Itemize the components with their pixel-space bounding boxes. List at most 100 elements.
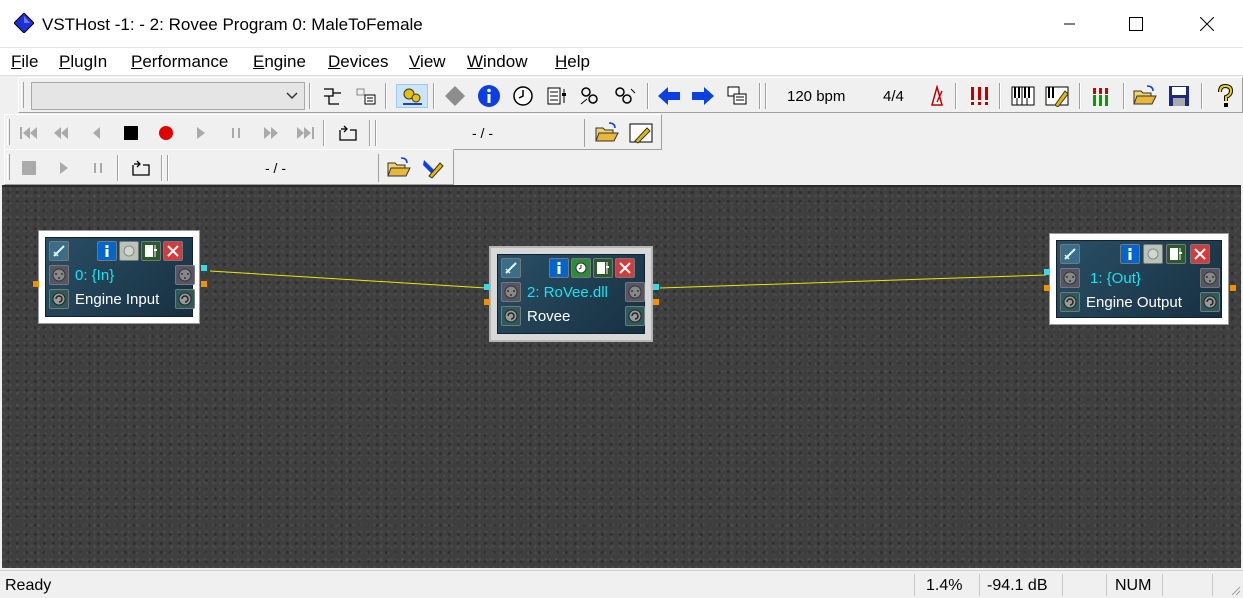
node-info-button[interactable]: [1120, 244, 1140, 264]
close-button[interactable]: [1184, 0, 1230, 48]
menu-window[interactable]: Window: [467, 52, 527, 72]
plugin-node-output[interactable]: 1: {Out} Engine Output: [1044, 233, 1236, 325]
metronome-button[interactable]: [925, 84, 949, 108]
toolbar-grip[interactable]: [7, 154, 10, 180]
node-midi-out-port[interactable]: [175, 265, 195, 285]
player-configure-button[interactable]: [629, 121, 653, 145]
loop-button[interactable]: [336, 121, 360, 145]
menu-view[interactable]: View: [409, 52, 446, 72]
bpm-display[interactable]: 120 bpm: [787, 88, 845, 105]
node-audio-out-port[interactable]: [625, 306, 645, 326]
menu-file[interactable]: File: [11, 52, 38, 72]
node-input-pin[interactable]: [1044, 269, 1050, 275]
recorder-stop-button[interactable]: [17, 156, 41, 180]
resize-grip-icon[interactable]: [1229, 584, 1241, 596]
node-audio-in-port[interactable]: [49, 289, 69, 309]
separator: [433, 83, 435, 109]
node-remove-button[interactable]: [163, 241, 183, 261]
player-open-button[interactable]: [595, 121, 619, 145]
rewind-button[interactable]: [49, 121, 73, 145]
recorder-configure-button[interactable]: [421, 156, 445, 180]
node-output-pin[interactable]: [653, 299, 659, 305]
chain-list-icon: [356, 88, 376, 105]
next-plugin-button[interactable]: [691, 84, 715, 108]
node-input-pin[interactable]: [1044, 285, 1050, 291]
to-start-button[interactable]: [17, 121, 41, 145]
node-bypass-button[interactable]: [571, 258, 591, 278]
node-info-button[interactable]: [549, 258, 569, 278]
chain-list-button[interactable]: [354, 84, 378, 108]
node-chain-button[interactable]: [49, 241, 69, 261]
menu-engine[interactable]: Engine: [253, 52, 306, 72]
info-button[interactable]: [477, 84, 501, 108]
record-button[interactable]: [154, 121, 178, 145]
chain-plugin-button[interactable]: [320, 84, 344, 108]
recorder-open-button[interactable]: [387, 156, 411, 180]
back-button[interactable]: [85, 121, 109, 145]
prev-plugin-button[interactable]: [657, 84, 681, 108]
node-params-button[interactable]: [593, 258, 613, 278]
node-params-button[interactable]: [1166, 244, 1186, 264]
pause-button[interactable]: [224, 121, 248, 145]
keyboard-config-button[interactable]: [1045, 84, 1069, 108]
plugin-combo[interactable]: [31, 82, 305, 110]
keyboard-button[interactable]: [1011, 84, 1035, 108]
status-separator: [914, 574, 915, 596]
recorder-pause-button[interactable]: [86, 156, 110, 180]
menu-performance[interactable]: Performance: [131, 52, 228, 72]
node-input-pin[interactable]: [484, 284, 490, 290]
time-signature-display[interactable]: 4/4: [883, 88, 904, 105]
vu-meter-button[interactable]: [1089, 84, 1113, 108]
node-output-pin[interactable]: [653, 284, 659, 290]
minimize-button[interactable]: [1047, 0, 1093, 48]
node-info-button[interactable]: [97, 241, 117, 261]
toolbar-grip[interactable]: [21, 82, 24, 108]
node-midi-out-port[interactable]: [1200, 268, 1220, 288]
menu-plugin[interactable]: PlugIn: [59, 52, 107, 72]
engine-bypass-button[interactable]: [396, 84, 428, 108]
menu-help[interactable]: Help: [555, 52, 590, 72]
stop-button[interactable]: [119, 121, 143, 145]
toolbar-grip[interactable]: [7, 119, 10, 145]
midi-link-button[interactable]: [579, 84, 603, 108]
forward-button[interactable]: [259, 121, 283, 145]
node-chain-button[interactable]: [1060, 244, 1080, 264]
save-button[interactable]: [1167, 84, 1191, 108]
open-button[interactable]: [1133, 84, 1157, 108]
node-remove-button[interactable]: [1190, 244, 1210, 264]
node-audio-out-port[interactable]: [1200, 292, 1220, 312]
midi-link-2-button[interactable]: [613, 84, 637, 108]
diamond-button[interactable]: [443, 84, 467, 108]
node-midi-in-port[interactable]: [49, 265, 69, 285]
to-end-button[interactable]: [293, 121, 317, 145]
node-bypass-button[interactable]: [1143, 244, 1163, 264]
node-midi-out-port[interactable]: [625, 282, 645, 302]
node-bypass-button[interactable]: [119, 241, 139, 261]
menu-devices[interactable]: Devices: [328, 52, 388, 72]
recorder-loop-button[interactable]: [129, 156, 153, 180]
chain-canvas[interactable]: 0: {In} Engine Input 2: RoVee.dll Rovee: [2, 185, 1241, 568]
node-output-pin[interactable]: [201, 265, 207, 271]
node-params-button[interactable]: [141, 241, 161, 261]
node-chain-button[interactable]: [501, 258, 521, 278]
help-button[interactable]: [1213, 84, 1237, 108]
maximize-button[interactable]: [1113, 0, 1159, 48]
play-button[interactable]: [189, 121, 213, 145]
node-input-pin[interactable]: [33, 281, 39, 287]
plugin-node-rovee[interactable]: 2: RoVee.dll Rovee: [484, 246, 659, 342]
node-audio-in-port[interactable]: [501, 306, 521, 326]
node-audio-out-port[interactable]: [175, 289, 195, 309]
node-audio-in-port[interactable]: [1060, 292, 1080, 312]
clock-button[interactable]: [511, 84, 535, 108]
node-midi-in-port[interactable]: [1060, 268, 1080, 288]
windows-button[interactable]: [725, 84, 749, 108]
parameters-button[interactable]: [545, 84, 569, 108]
recorder-play-button[interactable]: [52, 156, 76, 180]
node-input-pin[interactable]: [484, 299, 490, 305]
plugin-node-input[interactable]: 0: {In} Engine Input: [33, 230, 207, 324]
node-output-pin[interactable]: [1230, 285, 1236, 291]
alert-button[interactable]: [967, 84, 991, 108]
node-midi-in-port[interactable]: [501, 282, 521, 302]
node-remove-button[interactable]: [615, 258, 635, 278]
node-output-pin[interactable]: [201, 281, 207, 287]
